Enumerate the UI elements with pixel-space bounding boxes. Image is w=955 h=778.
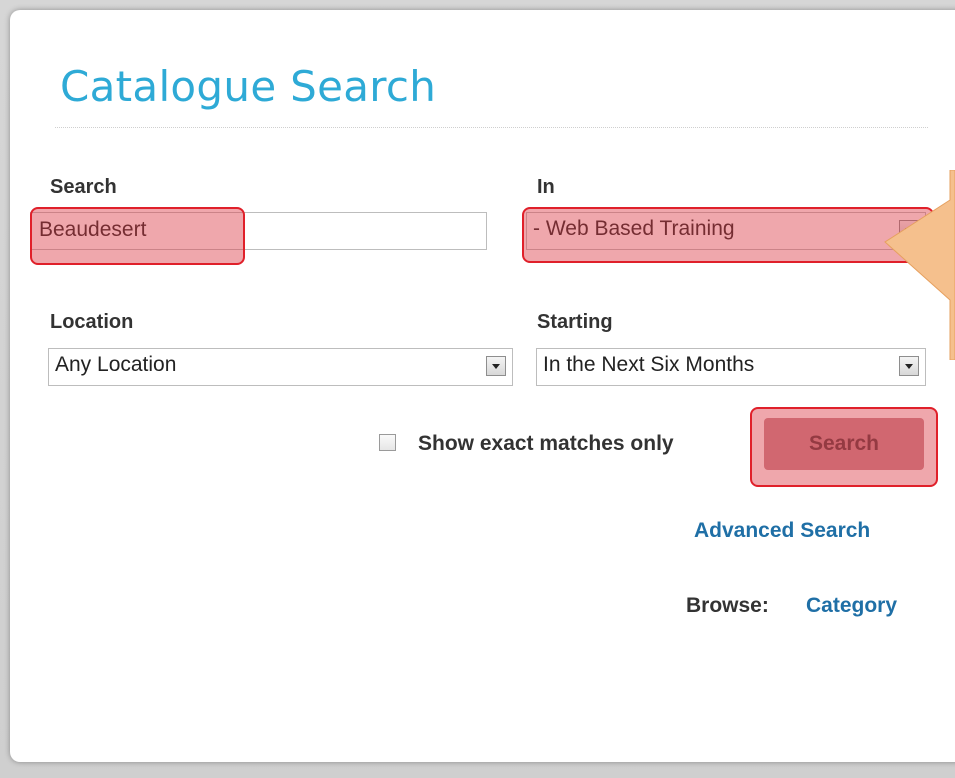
catalogue-search-panel [10,10,955,762]
search-input-value: Beaudesert [39,218,147,241]
page-title: Catalogue Search [60,62,437,111]
starting-select[interactable]: In the Next Six Months [536,348,926,386]
chevron-down-icon[interactable] [486,356,506,376]
browse-label: Browse: [686,594,769,617]
advanced-search-link[interactable]: Advanced Search [694,519,870,543]
starting-select-value: In the Next Six Months [543,353,755,376]
screen-background: Catalogue Search Search Beaudesert In - … [0,0,955,778]
chevron-down-icon[interactable] [899,356,919,376]
search-label: Search [50,176,117,198]
in-select[interactable]: - Web Based Training [526,212,926,250]
in-label: In [537,176,555,198]
exact-match-checkbox[interactable] [379,434,396,451]
title-divider [55,127,928,128]
starting-label: Starting [537,311,613,333]
location-label: Location [50,311,134,333]
location-select[interactable]: Any Location [48,348,513,386]
location-select-value: Any Location [55,353,177,376]
in-select-value: - Web Based Training [533,217,735,240]
search-input[interactable]: Beaudesert [30,212,487,250]
chevron-down-icon[interactable] [899,220,919,240]
exact-match-label: Show exact matches only [418,432,674,455]
category-link[interactable]: Category [806,594,897,618]
search-button[interactable]: Search [764,418,924,470]
